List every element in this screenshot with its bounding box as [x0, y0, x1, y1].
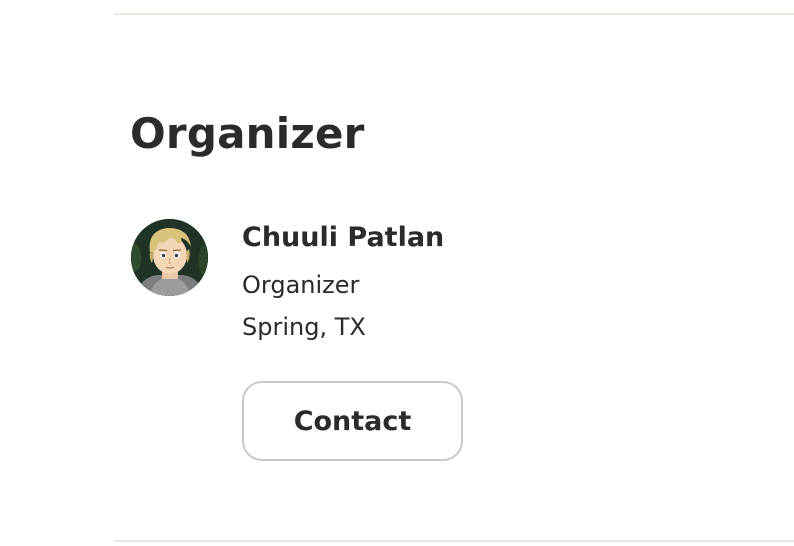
organizer-section: Organizer Chuuli Patlan Organizer Spring… [0, 0, 794, 546]
section-title: Organizer [130, 109, 365, 158]
organizer-name[interactable]: Chuuli Patlan [242, 222, 444, 254]
avatar-portrait-icon [131, 219, 208, 296]
bottom-divider [114, 540, 794, 542]
contact-button[interactable]: Contact [242, 381, 463, 461]
organizer-role: Organizer [242, 271, 360, 299]
top-divider [114, 13, 794, 15]
organizer-location: Spring, TX [242, 313, 366, 341]
organizer-avatar[interactable] [131, 219, 208, 296]
